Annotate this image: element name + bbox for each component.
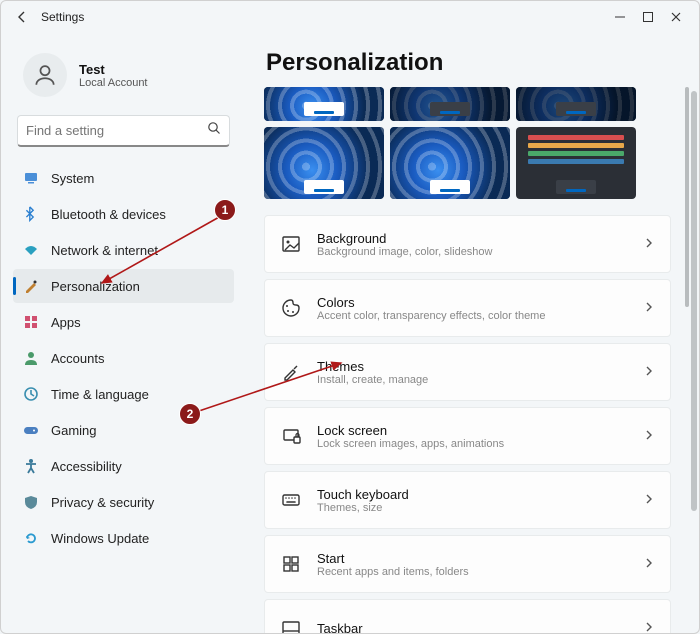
inner-scrollbar[interactable] bbox=[685, 87, 689, 307]
annotation-step-2: 2 bbox=[179, 403, 201, 425]
chevron-right-icon bbox=[644, 363, 654, 381]
card-title: Lock screen bbox=[317, 423, 644, 438]
sidebar-item-label: Accounts bbox=[51, 351, 104, 366]
page-title: Personalization bbox=[266, 49, 691, 77]
main-panel: Personalization BackgroundBackground ima… bbox=[246, 33, 699, 633]
sidebar-item-label: Privacy & security bbox=[51, 495, 154, 510]
theme-thumb[interactable] bbox=[264, 127, 384, 199]
accessibility-icon bbox=[23, 458, 39, 474]
keyboard-icon bbox=[281, 490, 301, 510]
theme-thumb[interactable] bbox=[264, 87, 384, 121]
avatar bbox=[23, 53, 67, 97]
card-subtitle: Lock screen images, apps, animations bbox=[317, 438, 644, 450]
maximize-button[interactable] bbox=[641, 10, 655, 24]
card-keyboard[interactable]: Touch keyboardThemes, size bbox=[264, 471, 671, 529]
card-title: Themes bbox=[317, 359, 644, 374]
user-sub: Local Account bbox=[79, 77, 148, 89]
theme-thumb[interactable] bbox=[516, 127, 636, 199]
sidebar-item-system[interactable]: System bbox=[13, 161, 234, 195]
titlebar: Settings bbox=[1, 1, 699, 33]
apps-icon bbox=[23, 314, 39, 330]
card-subtitle: Recent apps and items, folders bbox=[317, 566, 644, 578]
theme-thumbnails bbox=[264, 87, 691, 199]
close-button[interactable] bbox=[669, 10, 683, 24]
back-button[interactable] bbox=[15, 10, 29, 24]
minimize-button[interactable] bbox=[613, 10, 627, 24]
sidebar-item-privacy[interactable]: Privacy & security bbox=[13, 485, 234, 519]
sidebar-item-accessibility[interactable]: Accessibility bbox=[13, 449, 234, 483]
sidebar-item-label: Accessibility bbox=[51, 459, 122, 474]
bluetooth-icon bbox=[23, 206, 39, 222]
search-box[interactable] bbox=[17, 115, 230, 147]
card-title: Taskbar bbox=[317, 621, 644, 634]
lock-icon bbox=[281, 426, 301, 446]
card-title: Background bbox=[317, 231, 644, 246]
card-subtitle: Install, create, manage bbox=[317, 374, 644, 386]
card-image[interactable]: BackgroundBackground image, color, slide… bbox=[264, 215, 671, 273]
settings-cards: BackgroundBackground image, color, slide… bbox=[264, 215, 691, 633]
theme-thumb[interactable] bbox=[390, 87, 510, 121]
time-icon bbox=[23, 386, 39, 402]
chevron-right-icon bbox=[644, 427, 654, 445]
card-title: Colors bbox=[317, 295, 644, 310]
image-icon bbox=[281, 234, 301, 254]
sidebar-item-label: Gaming bbox=[51, 423, 97, 438]
accounts-icon bbox=[23, 350, 39, 366]
user-profile[interactable]: Test Local Account bbox=[13, 41, 234, 115]
card-title: Start bbox=[317, 551, 644, 566]
card-start[interactable]: StartRecent apps and items, folders bbox=[264, 535, 671, 593]
gaming-icon bbox=[23, 422, 39, 438]
system-icon bbox=[23, 170, 39, 186]
card-title: Touch keyboard bbox=[317, 487, 644, 502]
chevron-right-icon bbox=[644, 619, 654, 633]
theme-thumb[interactable] bbox=[390, 127, 510, 199]
user-name: Test bbox=[79, 62, 148, 77]
card-subtitle: Background image, color, slideshow bbox=[317, 246, 644, 258]
theme-thumb[interactable] bbox=[516, 87, 636, 121]
annotation-step-1: 1 bbox=[214, 199, 236, 221]
search-icon bbox=[207, 121, 221, 140]
sidebar-item-label: Time & language bbox=[51, 387, 149, 402]
sidebar-item-update[interactable]: Windows Update bbox=[13, 521, 234, 555]
start-icon bbox=[281, 554, 301, 574]
taskbar-icon bbox=[281, 618, 301, 633]
sidebar-item-label: Windows Update bbox=[51, 531, 149, 546]
chevron-right-icon bbox=[644, 491, 654, 509]
privacy-icon bbox=[23, 494, 39, 510]
chevron-right-icon bbox=[644, 555, 654, 573]
sidebar-item-label: System bbox=[51, 171, 94, 186]
search-input[interactable] bbox=[26, 123, 207, 138]
chevron-right-icon bbox=[644, 235, 654, 253]
card-palette[interactable]: ColorsAccent color, transparency effects… bbox=[264, 279, 671, 337]
personalization-icon bbox=[23, 278, 39, 294]
sidebar-item-apps[interactable]: Apps bbox=[13, 305, 234, 339]
card-subtitle: Themes, size bbox=[317, 502, 644, 514]
card-taskbar[interactable]: Taskbar bbox=[264, 599, 671, 633]
card-subtitle: Accent color, transparency effects, colo… bbox=[317, 310, 644, 322]
sidebar: Test Local Account SystemBluetooth & dev… bbox=[1, 33, 246, 633]
chevron-right-icon bbox=[644, 299, 654, 317]
network-icon bbox=[23, 242, 39, 258]
update-icon bbox=[23, 530, 39, 546]
outer-scrollbar[interactable] bbox=[691, 91, 697, 511]
window-title: Settings bbox=[41, 10, 84, 24]
palette-icon bbox=[281, 298, 301, 318]
sidebar-item-label: Apps bbox=[51, 315, 81, 330]
